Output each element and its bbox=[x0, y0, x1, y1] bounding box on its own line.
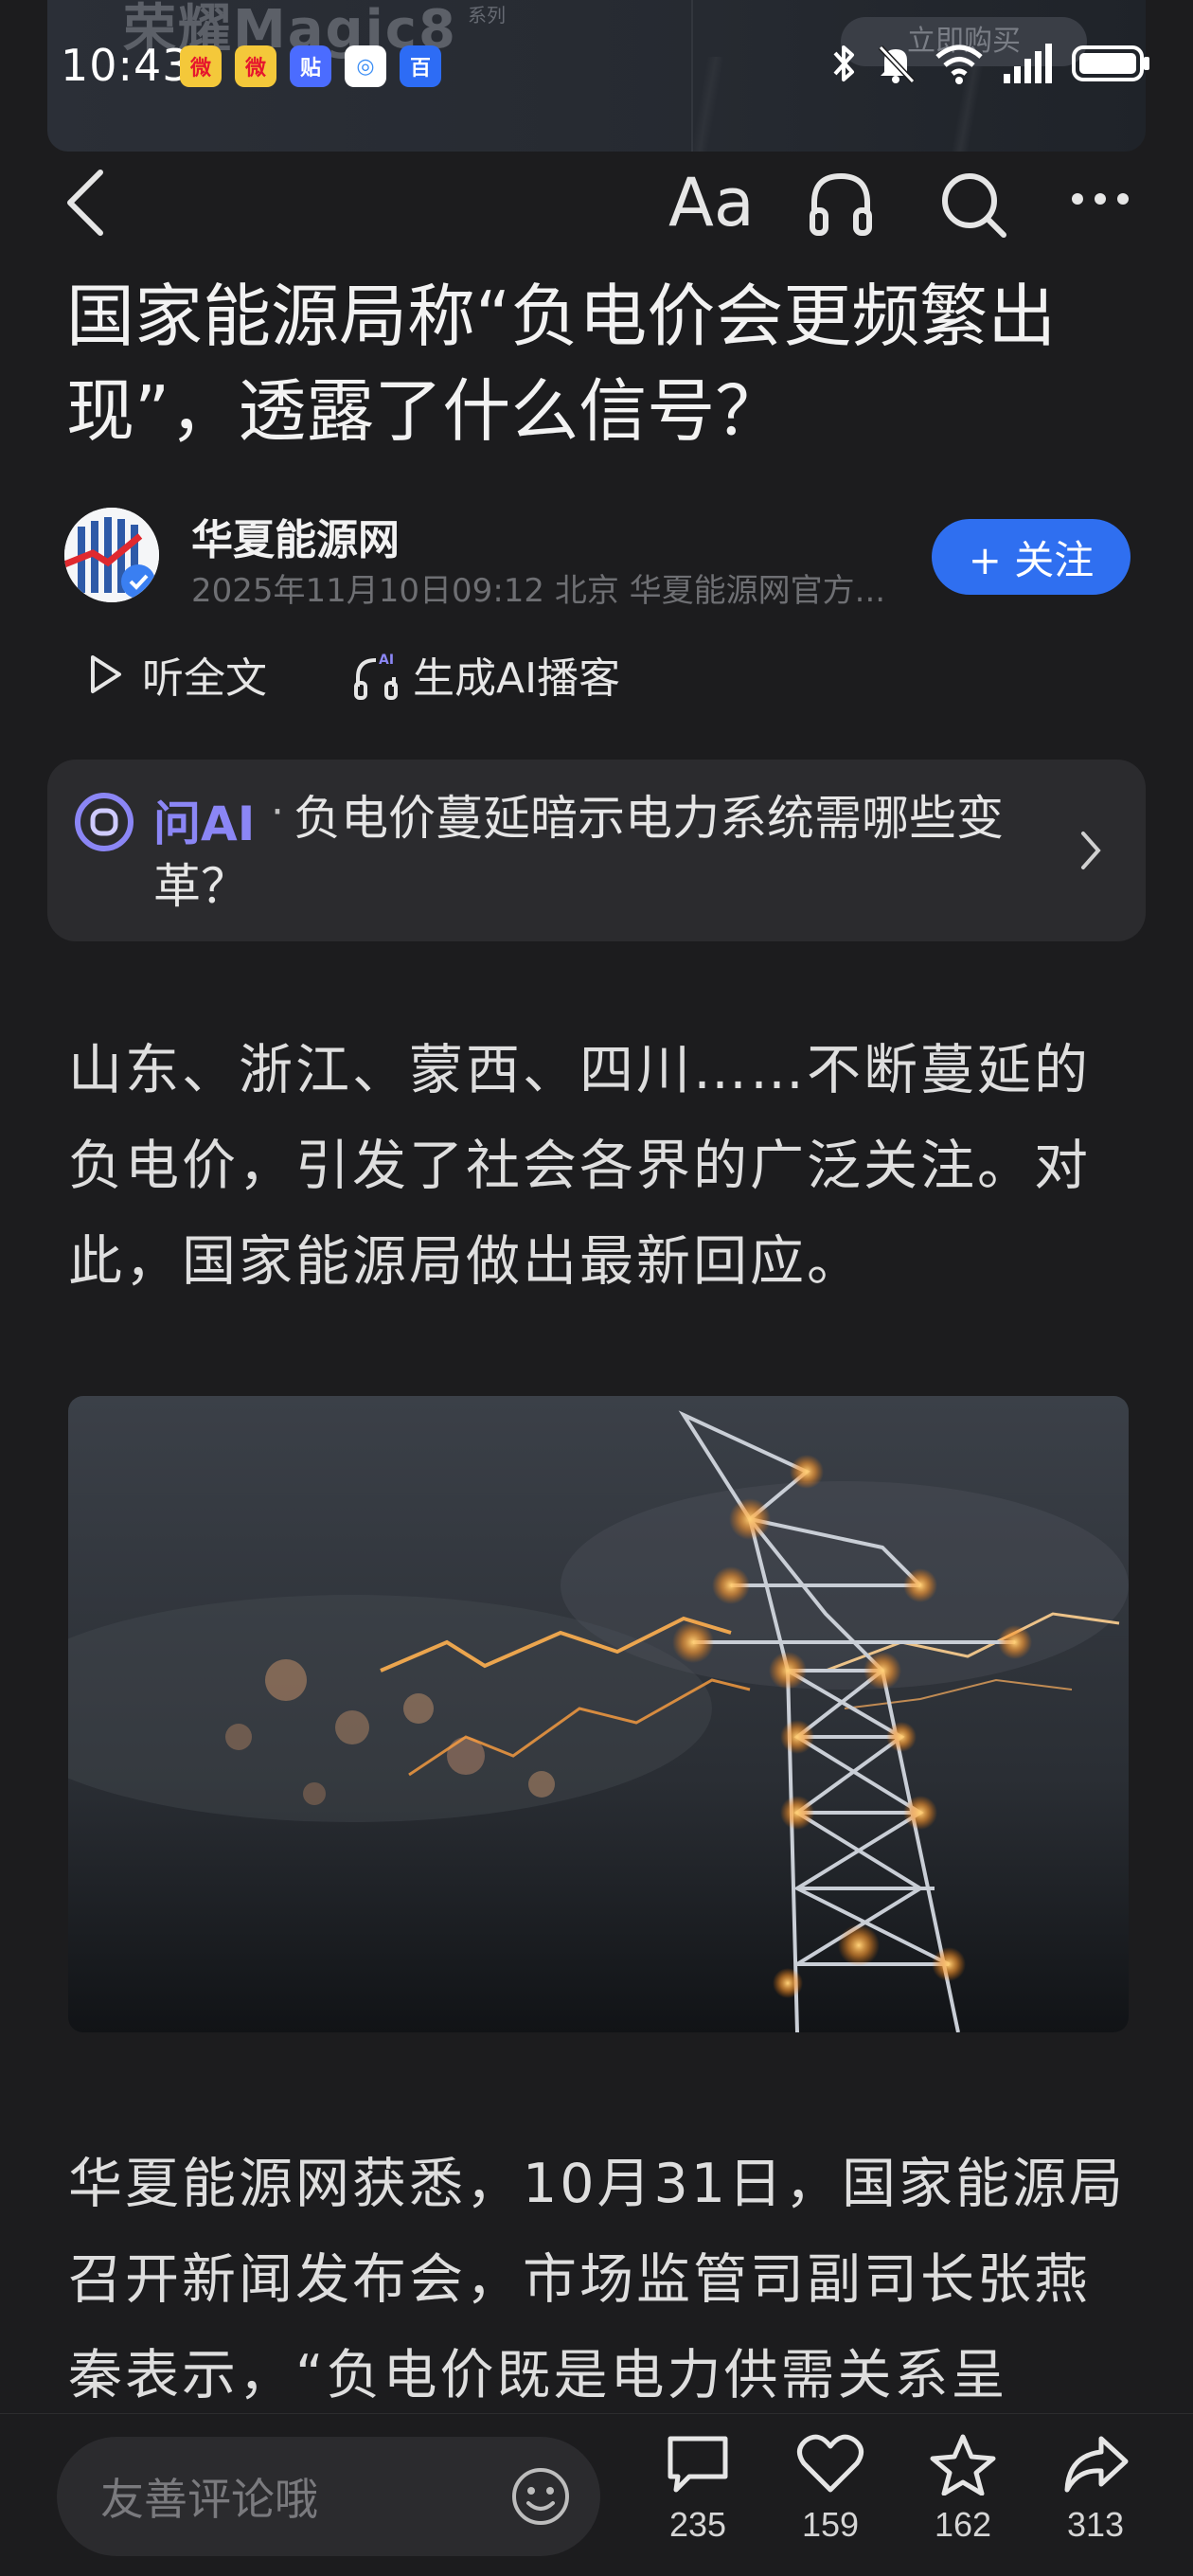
article-title: 国家能源局称“负电价会更频繁出现”，透露了什么信号？ bbox=[66, 277, 1057, 451]
headphones-icon[interactable] bbox=[805, 169, 877, 241]
top-navigation: Aa bbox=[0, 161, 1193, 246]
comment-count: 235 bbox=[668, 2505, 727, 2544]
chevron-right-icon bbox=[1081, 832, 1101, 869]
favorite-button[interactable]: 162 bbox=[911, 2433, 1015, 2545]
article-image[interactable] bbox=[68, 1396, 1129, 2032]
baidu-icon: 百 bbox=[400, 45, 441, 87]
article-paragraph: 山东、浙江、蒙西、四川……不断蔓延的负电价，引发了社会各界的广泛关注。对此，国家… bbox=[68, 1039, 1091, 1293]
weibo-icon: 微 bbox=[235, 45, 276, 87]
status-time: 10:43 bbox=[61, 40, 191, 91]
tieba-icon: 贴 bbox=[290, 45, 331, 87]
article-paragraph: 华夏能源网获悉，10月31日，国家能源局召开新闻发布会，市场监管司副司长张燕秦表… bbox=[68, 2153, 1127, 2406]
author-avatar[interactable] bbox=[64, 508, 159, 602]
signal-icon bbox=[1004, 44, 1052, 83]
weibo-icon: 微 bbox=[180, 45, 222, 87]
ai-headphones-icon: AI bbox=[354, 653, 398, 700]
author-logo bbox=[64, 508, 159, 602]
ai-podcast-button[interactable]: AI 生成AI播客 bbox=[352, 644, 620, 705]
star-icon bbox=[930, 2434, 996, 2496]
status-app-icons: 微 微 贴 ◎ 百 bbox=[180, 45, 441, 87]
play-icon bbox=[91, 655, 121, 693]
ask-ai-card[interactable]: 负电价蔓延暗示电力系统需哪些变革？ 问AI · bbox=[47, 760, 1146, 941]
bluetooth-icon bbox=[833, 45, 854, 81]
share-icon bbox=[1064, 2436, 1129, 2493]
comment-button[interactable]: 235 bbox=[646, 2433, 750, 2545]
mute-icon bbox=[878, 45, 916, 84]
ask-ai-label: 问AI bbox=[153, 796, 256, 851]
listen-all-label: 听全文 bbox=[142, 654, 267, 703]
browser-icon: ◎ bbox=[345, 45, 386, 87]
ai-assistant-icon bbox=[75, 793, 134, 851]
emoji-icon[interactable] bbox=[509, 2465, 572, 2528]
share-button[interactable]: 313 bbox=[1043, 2433, 1148, 2545]
comment-placeholder: 友善评论哦 bbox=[100, 2474, 318, 2525]
back-icon[interactable] bbox=[59, 165, 116, 241]
follow-button[interactable]: + 关注 bbox=[932, 519, 1131, 595]
font-size-button[interactable]: Aa bbox=[668, 165, 755, 241]
like-button[interactable]: 159 bbox=[778, 2433, 882, 2545]
power-tower-illustration bbox=[68, 1396, 1129, 2032]
svg-text:AI: AI bbox=[379, 653, 394, 668]
favorite-count: 162 bbox=[934, 2505, 992, 2544]
ad-series: 系列 bbox=[468, 4, 506, 27]
share-count: 313 bbox=[1066, 2505, 1125, 2544]
publish-meta: 2025年11月10日09:12 北京 华夏能源网官方... bbox=[191, 572, 886, 610]
ad-divider bbox=[691, 0, 693, 152]
like-count: 159 bbox=[801, 2505, 860, 2544]
ask-ai-separator: · bbox=[271, 788, 284, 836]
heart-icon bbox=[797, 2434, 864, 2493]
ask-ai-question: 负电价蔓延暗示电力系统需哪些变革？ bbox=[153, 791, 1004, 914]
ai-podcast-label: 生成AI播客 bbox=[413, 654, 621, 703]
status-indicators bbox=[829, 42, 1151, 85]
bottom-action-bar: 友善评论哦 235 159 162 313 bbox=[0, 2413, 1193, 2576]
battery-icon bbox=[1072, 45, 1149, 81]
comment-input[interactable]: 友善评论哦 bbox=[57, 2437, 600, 2556]
comment-icon bbox=[668, 2436, 728, 2493]
search-icon[interactable] bbox=[937, 169, 1009, 241]
listen-all-button[interactable]: 听全文 bbox=[87, 644, 267, 705]
author-name[interactable]: 华夏能源网 bbox=[191, 506, 400, 566]
more-icon[interactable] bbox=[1070, 189, 1131, 208]
wifi-icon bbox=[935, 45, 983, 84]
